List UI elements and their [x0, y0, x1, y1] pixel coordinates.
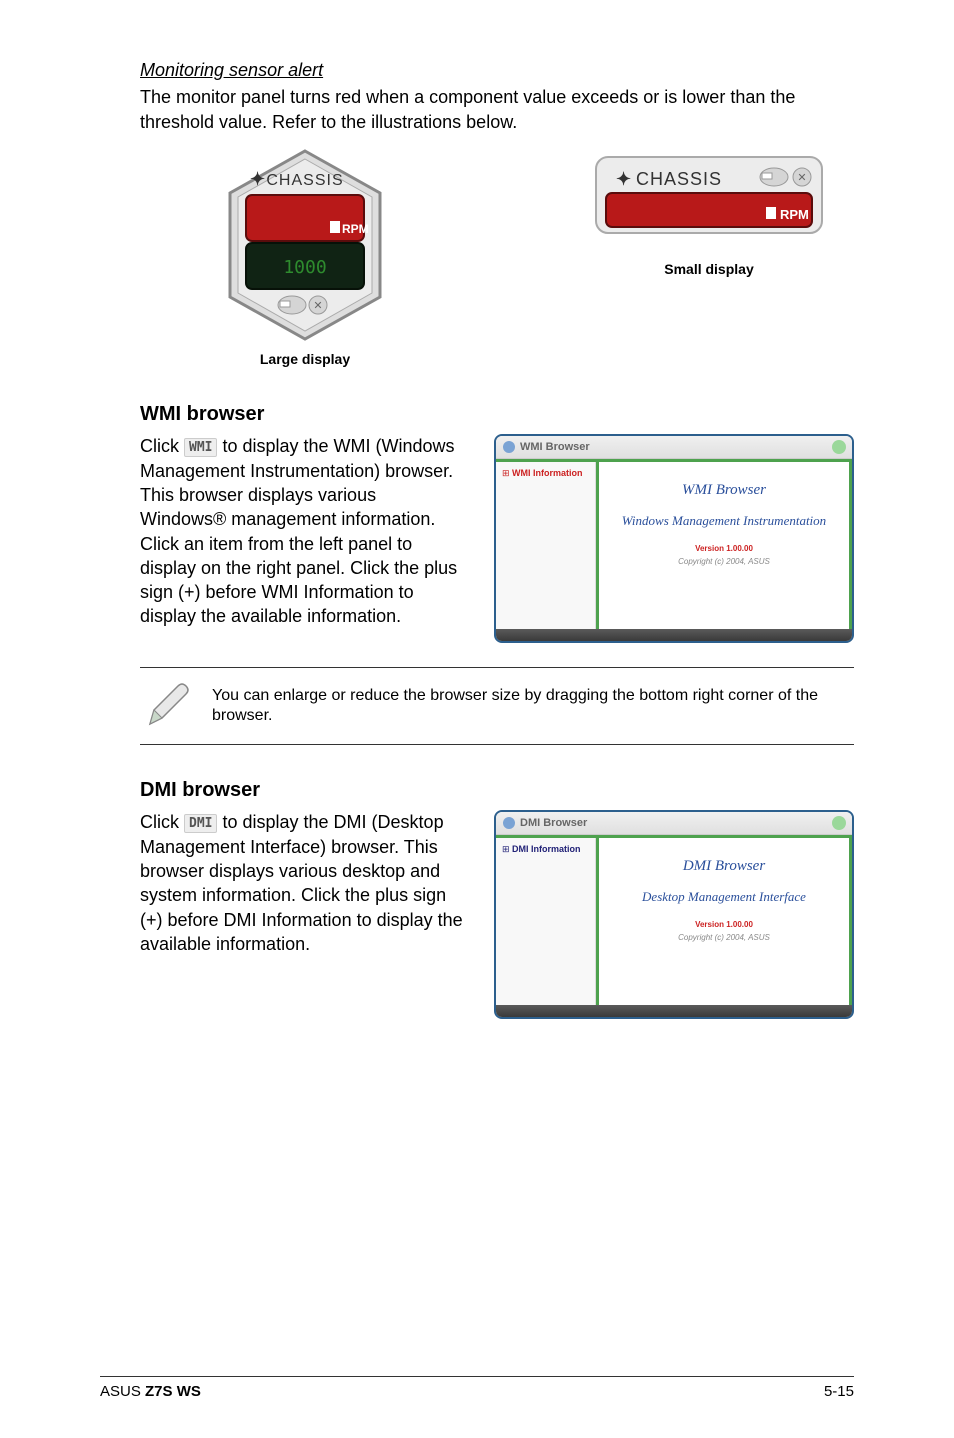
wmi-window-app-icon: WMI Browser: [502, 440, 590, 454]
small-chassis-gauge: ✦ CHASSIS ✕ RPM: [594, 155, 824, 255]
pencil-icon: [144, 682, 192, 730]
small-display-caption: Small display: [664, 261, 753, 277]
close-icon[interactable]: [832, 816, 846, 830]
svg-text:✦: ✦: [250, 169, 265, 189]
wmi-text: Click WMI to display the WMI (Windows Ma…: [140, 434, 466, 643]
footer-page-number: 5-15: [824, 1383, 854, 1400]
dmi-right-subtitle: Desktop Management Interface: [607, 889, 841, 906]
dmi-window-titlebar: DMI Browser: [496, 812, 852, 835]
svg-text:CHASSIS: CHASSIS: [636, 169, 722, 189]
wmi-left-panel[interactable]: ⊞ WMI Information: [496, 462, 596, 629]
close-icon[interactable]: [832, 440, 846, 454]
dmi-section: Click DMI to display the DMI (Desktop Ma…: [140, 810, 854, 1019]
dmi-click-text: Click: [140, 812, 184, 832]
dmi-copyright: Copyright (c) 2004, ASUS: [607, 933, 841, 942]
svg-text:RPM: RPM: [342, 222, 369, 236]
dmi-right-title: DMI Browser: [607, 858, 841, 875]
svg-text:✦: ✦: [616, 169, 631, 189]
wmi-version: Version 1.00.00: [607, 544, 841, 553]
sensor-alert-desc: The monitor panel turns red when a compo…: [140, 85, 854, 135]
large-display-caption: Large display: [260, 351, 350, 367]
note-text: You can enlarge or reduce the browser si…: [212, 686, 850, 728]
dmi-left-panel[interactable]: ⊞ DMI Information: [496, 838, 596, 1005]
large-display-block: RPM 1000 ✕ ✦ CHASSIS Large display: [220, 145, 390, 367]
dmi-version: Version 1.00.00: [607, 920, 841, 929]
dmi-window-footer[interactable]: [496, 1005, 852, 1017]
large-chassis-gauge: RPM 1000 ✕ ✦ CHASSIS: [220, 145, 390, 345]
wmi-copyright: Copyright (c) 2004, ASUS: [607, 557, 841, 566]
wmi-text-after: to display the WMI (Windows Management I…: [140, 436, 457, 626]
dmi-browser-window: DMI Browser ⊞ DMI Information DMI Browse…: [494, 810, 854, 1019]
dmi-browser-heading: DMI browser: [140, 779, 854, 802]
dmi-icon-button[interactable]: DMI: [184, 814, 217, 834]
note-section: You can enlarge or reduce the browser si…: [140, 667, 854, 745]
wmi-window-footer[interactable]: [496, 629, 852, 641]
wmi-browser-heading: WMI browser: [140, 403, 854, 426]
wmi-click-text: Click: [140, 436, 184, 456]
dmi-right-panel: DMI Browser Desktop Management Interface…: [596, 838, 852, 1005]
page-footer: ASUS Z7S WS 5-15: [100, 1376, 854, 1400]
dmi-text: Click DMI to display the DMI (Desktop Ma…: [140, 810, 466, 1019]
sensor-alert-title: Monitoring sensor alert: [140, 60, 854, 81]
svg-text:✕: ✕: [797, 172, 806, 184]
small-display-block: ✦ CHASSIS ✕ RPM Small display: [594, 155, 824, 367]
wmi-icon-button[interactable]: WMI: [184, 438, 217, 458]
svg-text:RPM: RPM: [780, 207, 809, 222]
wmi-right-subtitle: Windows Management Instrumentation: [607, 513, 841, 530]
svg-text:CHASSIS: CHASSIS: [266, 172, 343, 189]
footer-left: ASUS Z7S WS: [100, 1383, 201, 1400]
dmi-text-after: to display the DMI (Desktop Management I…: [140, 812, 463, 953]
wmi-window-titlebar: WMI Browser: [496, 436, 852, 459]
wmi-right-panel: WMI Browser Windows Management Instrumen…: [596, 462, 852, 629]
displays-row: RPM 1000 ✕ ✦ CHASSIS Large display ✦ CHA…: [140, 145, 854, 367]
wmi-section: Click WMI to display the WMI (Windows Ma…: [140, 434, 854, 643]
wmi-browser-window: WMI Browser ⊞ WMI Information WMI Browse…: [494, 434, 854, 643]
wmi-right-title: WMI Browser: [607, 482, 841, 499]
svg-text:✕: ✕: [313, 300, 322, 312]
svg-text:1000: 1000: [283, 257, 326, 278]
dmi-window-app-icon: DMI Browser: [502, 816, 587, 830]
